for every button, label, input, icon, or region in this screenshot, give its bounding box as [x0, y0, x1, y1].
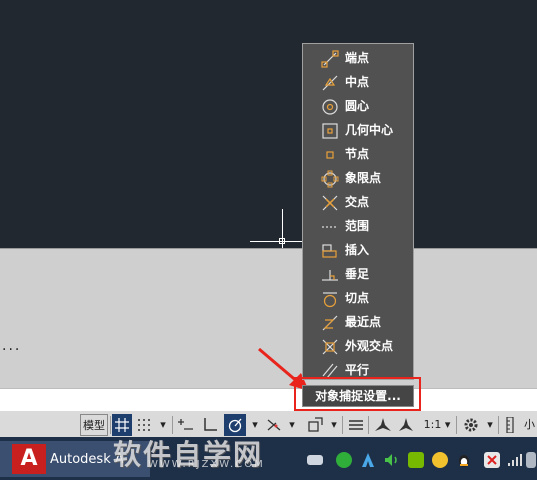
menu-item-label: 切点: [345, 291, 370, 305]
annotation-icon: [375, 418, 391, 431]
quadrant-icon: [321, 170, 339, 188]
highlight-box: [294, 377, 421, 411]
annotation-scale[interactable]: 1:1 ▾: [420, 414, 454, 436]
menu-item-label: 垂足: [345, 267, 370, 281]
arrow-a-icon[interactable]: [360, 452, 376, 468]
menu-item-intersection[interactable]: 交点: [303, 190, 413, 214]
status-trailing-label[interactable]: 小: [522, 414, 537, 436]
extension-icon: [322, 226, 338, 228]
isodraft-dropdown[interactable]: ▾: [286, 414, 298, 436]
nvidia-icon[interactable]: [408, 452, 424, 468]
geometric-center-icon: [322, 123, 338, 139]
menu-item-label: 插入: [345, 243, 370, 257]
qq-penguin-icon[interactable]: [456, 452, 472, 468]
apparent-intersection-icon: [322, 339, 338, 355]
lineweight-toggle[interactable]: [346, 414, 366, 436]
ruler-icon: [506, 416, 514, 434]
battery-icon[interactable]: [526, 452, 536, 468]
menu-item-extension[interactable]: 范围: [303, 214, 413, 238]
menu-item-label: 最近点: [345, 315, 382, 329]
keyboard-icon[interactable]: [307, 455, 323, 465]
status-separator: [172, 416, 173, 434]
ellipsis-text: ...: [2, 338, 22, 354]
tangent-icon: [323, 292, 337, 308]
crosshair-pickbox: [279, 238, 285, 244]
grid-icon: [115, 418, 129, 432]
object-snap-menu: 端点 中点 圆心 几何中心 节点 象限点 交点 范围 插入 垂足 切点 最近点 …: [302, 43, 414, 380]
isodraft-toggle[interactable]: [264, 414, 284, 436]
network-signal-icon[interactable]: [506, 452, 522, 468]
status-separator: [498, 416, 499, 434]
autocad-logo-icon: A: [12, 444, 46, 474]
chevron-down-icon: ▾: [252, 418, 258, 431]
menu-item-label: 外观交点: [345, 339, 394, 353]
annotation-scale-label: 1:1: [423, 418, 442, 431]
center-icon: [322, 99, 338, 115]
chevron-down-icon: ▾: [444, 418, 451, 431]
object-snap-toggle[interactable]: [304, 414, 326, 436]
menu-item-label: 平行: [345, 363, 370, 377]
menu-item-endpoint[interactable]: 端点: [303, 46, 413, 70]
midpoint-icon: [322, 75, 338, 91]
chevron-down-icon: ▾: [289, 418, 295, 431]
chevron-down-icon: ▾: [331, 418, 337, 431]
nearest-icon: [322, 315, 338, 331]
menu-item-center[interactable]: 圆心: [303, 94, 413, 118]
perpendicular-icon: [322, 270, 338, 281]
watermark-url: WWW.RJZXW.COM: [148, 459, 265, 470]
menu-item-quadrant[interactable]: 象限点: [303, 166, 413, 190]
menu-item-label: 范围: [345, 219, 370, 233]
isodraft-icon: [267, 419, 281, 431]
infer-constraints-icon: [178, 419, 193, 430]
node-icon: [326, 151, 334, 159]
snap-grid-icon: [138, 419, 150, 431]
menu-item-label: 交点: [345, 195, 370, 209]
menu-item-label: 中点: [345, 75, 370, 89]
menu-item-label: 圆心: [345, 99, 370, 113]
wechat-icon[interactable]: [336, 452, 352, 468]
auto-scale-icon: [399, 418, 413, 431]
lineweight-icon: [349, 420, 363, 430]
status-separator: [342, 416, 343, 434]
menu-item-insertion[interactable]: 插入: [303, 238, 413, 262]
endpoint-icon: [321, 50, 339, 68]
insertion-icon: [322, 244, 337, 258]
media-icon[interactable]: [432, 452, 448, 468]
workspace-settings-button[interactable]: [460, 414, 482, 436]
ortho-icon: [204, 418, 217, 431]
menu-item-label: 象限点: [345, 171, 382, 185]
workspace-dropdown[interactable]: ▾: [484, 414, 496, 436]
polar-tracking-icon: [228, 418, 242, 433]
menu-item-label: 端点: [345, 51, 370, 65]
security-alert-icon[interactable]: [484, 452, 500, 468]
status-separator: [110, 416, 111, 434]
chevron-down-icon: ▾: [487, 418, 493, 431]
gear-icon: [464, 418, 478, 432]
crosshair-cursor-horizontal: [250, 241, 302, 242]
menu-item-node[interactable]: 节点: [303, 142, 413, 166]
object-snap-icon: [308, 417, 323, 432]
menu-item-apparent-intersection[interactable]: 外观交点: [303, 334, 413, 358]
menu-item-label: 节点: [345, 147, 370, 161]
menu-item-midpoint[interactable]: 中点: [303, 70, 413, 94]
annotation-visibility-toggle[interactable]: [372, 414, 394, 436]
units-button[interactable]: [504, 414, 516, 436]
drawing-canvas[interactable]: [0, 0, 537, 248]
chevron-down-icon: ▾: [160, 418, 166, 431]
speaker-icon[interactable]: [384, 452, 400, 468]
menu-item-nearest[interactable]: 最近点: [303, 310, 413, 334]
object-snap-dropdown[interactable]: ▾: [328, 414, 340, 436]
model-button[interactable]: 模型: [80, 414, 108, 436]
auto-scale-toggle[interactable]: [396, 414, 416, 436]
menu-item-perpendicular[interactable]: 垂足: [303, 262, 413, 286]
status-separator: [368, 416, 369, 434]
menu-item-geometric-center[interactable]: 几何中心: [303, 118, 413, 142]
intersection-icon: [322, 195, 338, 211]
menu-item-tangent[interactable]: 切点: [303, 286, 413, 310]
status-separator: [456, 416, 457, 434]
menu-item-label: 几何中心: [345, 123, 394, 137]
